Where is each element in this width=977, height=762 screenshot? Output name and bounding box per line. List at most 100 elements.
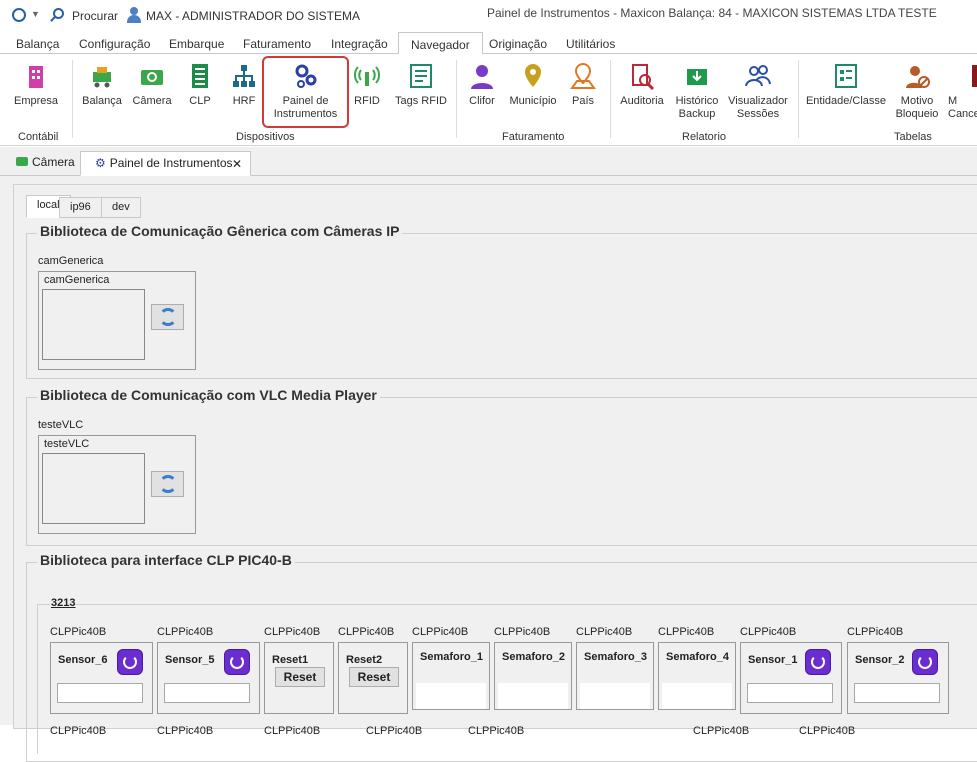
reset-label: Reset1 [272,654,309,666]
cancelamento-button[interactable]: M Cance [948,58,977,121]
refresh-icon [159,308,177,326]
sensor-refresh-button[interactable] [805,649,831,675]
tab-originacao[interactable]: Originação [489,37,547,51]
motivo-bloqueio-label: Motivo Bloqueio [895,95,939,120]
card-caption: CLPPic40B [264,626,321,638]
group-title: Biblioteca para interface CLP PIC40-B [37,552,295,568]
visualizador-sessoes-button[interactable]: Visualizador Sessões [728,58,788,121]
municipio-button[interactable]: Município [506,58,560,108]
tab-utilitarios[interactable]: Utilitários [566,37,615,51]
sensor-refresh-button[interactable] [224,649,250,675]
panel-container: local ip96 dev Biblioteca de Comunicação… [13,184,977,762]
document-tabs: Câmera ⚙ Painel de Instrumentos ✕ [0,147,977,176]
panel-tab-dev[interactable]: dev [101,197,141,218]
clp-button[interactable]: CLP [182,58,218,108]
ribbon: Empresa Balança Câmera CLP HRF Painel de… [0,54,977,146]
semaforo-label: Semaforo_1 [420,651,483,663]
refresh-button[interactable] [151,471,184,497]
search-icon[interactable] [53,8,64,19]
hrf-label: HRF [232,95,256,107]
balanca-button[interactable]: Balança [80,58,124,108]
reset-card: Reset1 Reset [264,642,334,714]
group-vlc: Biblioteca de Comunicação com VLC Media … [26,387,977,546]
pais-label: País [571,95,594,107]
user-icon [127,7,141,23]
sensor-value-field[interactable] [164,683,250,703]
pais-button[interactable]: País [566,58,600,108]
tab-balanca[interactable]: Balança [16,37,59,51]
rfid-button[interactable]: RFID [350,58,384,108]
reset-card: Reset2 Reset [338,642,408,714]
semaforo-card: Semaforo_3 [576,642,654,710]
semaforo-indicator [580,683,650,709]
doc-tab-camera-label: Câmera [32,155,75,169]
camera-button[interactable]: Câmera [130,58,174,108]
cancelamento-label: M Cance [948,95,977,120]
dropdown-arrow-icon[interactable]: ▼ [31,9,40,19]
vlc-view [42,453,145,524]
tab-embarque[interactable]: Embarque [169,37,224,51]
painel-instrumentos-label: Painel de Instrumentos [273,95,338,120]
tab-faturamento[interactable]: Faturamento [243,37,311,51]
auditoria-button[interactable]: Auditoria [618,58,666,108]
sensor-label: Sensor_1 [748,654,798,666]
camera-view [42,289,145,360]
sensor-refresh-button[interactable] [912,649,938,675]
municipio-label: Município [509,95,557,107]
empresa-label: Empresa [13,95,59,107]
entidade-classe-button[interactable]: Entidade/Classe [804,58,888,108]
reset-button[interactable]: Reset [349,667,399,687]
group-label-contabil: Contábil [18,131,59,143]
card-caption: CLPPic40B [494,626,551,638]
divider [610,60,611,138]
clifor-button[interactable]: Clifor [464,58,500,108]
auditoria-label: Auditoria [620,95,664,107]
historico-backup-button[interactable]: Histórico Backup [672,58,722,121]
tags-rfid-label: Tags RFID [395,95,447,107]
search-button[interactable]: Procurar [72,9,118,23]
hrf-button[interactable]: HRF [226,58,262,108]
sensor-label: Sensor_6 [58,654,108,666]
card-caption: CLPPic40B [847,626,904,638]
component-caption: camGenerica [38,255,104,267]
card-caption: CLPPic40B [264,725,321,737]
tab-integracao[interactable]: Integração [331,37,388,51]
doc-tab-camera[interactable]: Câmera [2,151,85,176]
reset-button[interactable]: Reset [275,667,325,687]
sensor-label: Sensor_5 [165,654,215,666]
painel-instrumentos-button[interactable]: Painel de Instrumentos [262,56,349,128]
camera-icon [138,62,166,90]
rfid-icon [353,62,381,90]
panel-tab-ip96[interactable]: ip96 [59,197,102,218]
doc-tab-painel[interactable]: ⚙ Painel de Instrumentos ✕ [80,151,251,176]
camera-label: Câmera [132,95,172,107]
camera-panel-label: camGenerica [44,274,110,286]
tab-configuracao[interactable]: Configuração [79,37,150,51]
semaforo-label: Semaforo_3 [584,651,647,663]
divider [456,60,457,138]
group-label-relatorio: Relatorio [682,131,727,143]
group-title: Biblioteca de Comunicação com VLC Media … [37,387,380,403]
sensor-refresh-button[interactable] [117,649,143,675]
card-caption: CLPPic40B [740,626,797,638]
divider [798,60,799,138]
doc-tab-painel-label: Painel de Instrumentos [109,156,233,170]
card-caption: CLPPic40B [658,626,715,638]
sensor-value-field[interactable] [854,683,940,703]
tab-navegador[interactable]: Navegador [398,32,483,55]
sensor-value-field[interactable] [57,683,143,703]
globe-icon[interactable] [12,8,26,22]
camera-panel: camGenerica [38,271,196,370]
group-clp: Biblioteca para interface CLP PIC40-B 32… [26,552,977,762]
semaforo-indicator [498,683,568,709]
map-pin-icon [519,62,547,90]
visualizador-sessoes-label: Visualizador Sessões [728,95,788,120]
sensor-value-field[interactable] [747,683,833,703]
motivo-bloqueio-button[interactable]: Motivo Bloqueio [894,58,940,121]
tags-rfid-button[interactable]: Tags RFID [392,58,450,108]
sensor-card: Sensor_5 [157,642,260,714]
close-icon[interactable]: ✕ [232,157,242,171]
divider [72,60,73,138]
refresh-button[interactable] [151,304,184,330]
empresa-button[interactable]: Empresa [8,58,64,108]
